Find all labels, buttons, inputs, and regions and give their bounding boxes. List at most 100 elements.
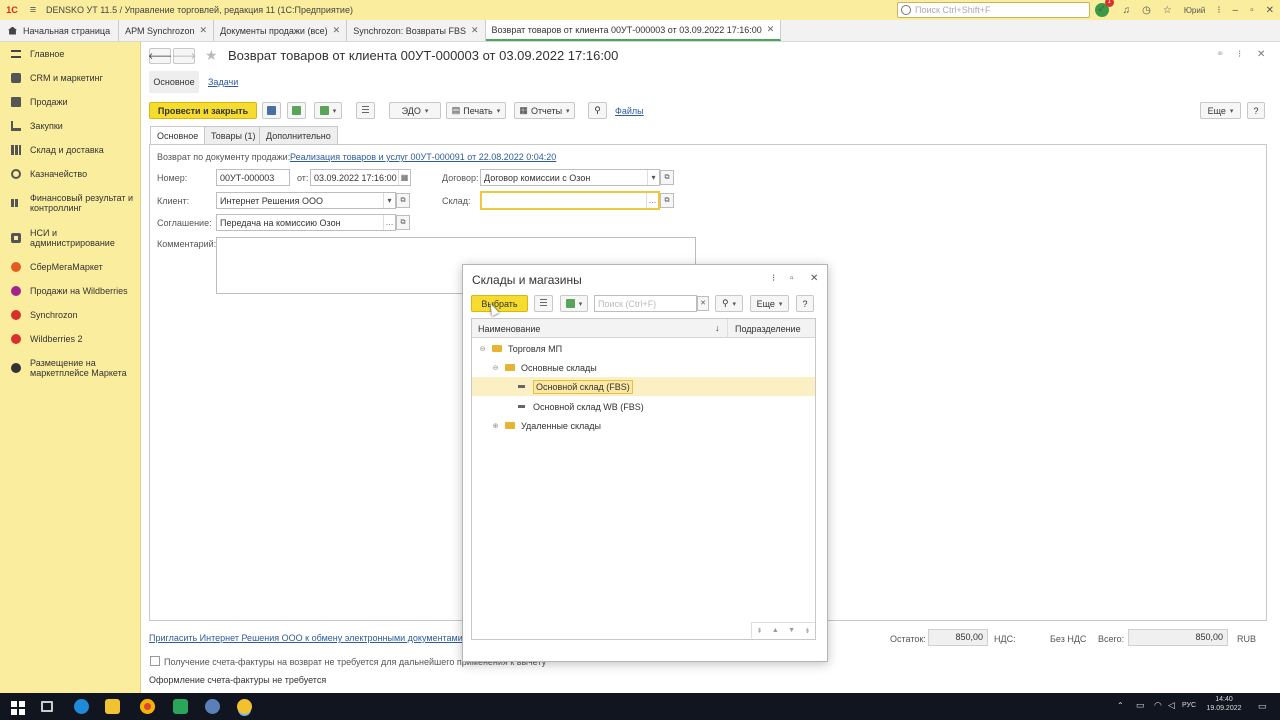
sidebar-item-main[interactable]: Главное [0, 49, 64, 59]
open-contract-button[interactable]: ⧉ [660, 170, 674, 185]
tree-row-main-wb-fbs[interactable]: Основной склад WB (FBS) [472, 397, 815, 416]
notifications-icon[interactable]: ✓ 1 [1094, 0, 1114, 17]
client-field[interactable]: Интернет Решения ООО ▾ [216, 192, 396, 209]
sidebar-item-wildberries[interactable]: Продажи на Wildberries [0, 286, 128, 296]
reports-button[interactable]: ▦ Отчеты [514, 102, 575, 119]
tab-main[interactable]: Основное [150, 126, 206, 144]
calendar-icon[interactable]: ▦ [398, 170, 410, 185]
invoice-checkbox[interactable] [150, 656, 160, 666]
tab-return-document[interactable]: Возврат товаров от клиента 00УТ-000003 о… [485, 20, 782, 41]
edo-button[interactable]: ЭДО [389, 102, 441, 119]
collapse-icon[interactable]: ⊖ [492, 364, 499, 372]
history-icon[interactable]: ◷ [1142, 5, 1151, 16]
user-name[interactable]: Юрий [1184, 6, 1205, 15]
nav-main[interactable]: Основное [149, 71, 199, 93]
sidebar-item-crm[interactable]: CRM и маркетинг [0, 73, 103, 83]
collapse-icon[interactable]: ⊖ [479, 345, 486, 353]
clear-search-button[interactable]: ✕ [697, 296, 709, 311]
volume-icon[interactable]: ◁ [1168, 700, 1175, 711]
restore-icon[interactable]: ▫ [1250, 5, 1254, 16]
more-icon[interactable]: ⁝ [1238, 49, 1241, 60]
agreement-field[interactable]: Передача на комиссию Озон… [216, 214, 396, 231]
close-icon[interactable]: ✕ [471, 25, 479, 36]
tree-row-remote-warehouses[interactable]: ⊕ Удаленные склады [472, 416, 815, 435]
select-button[interactable]: Выбрать [471, 295, 528, 312]
date-field[interactable]: 03.09.2022 17:16:00 ▦ [310, 169, 411, 186]
scroll-top-icon[interactable]: ⇞ [757, 627, 763, 635]
favorite-star-icon[interactable]: ★ [205, 47, 218, 64]
sidebar-item-synchrozon[interactable]: Synchrozon [0, 310, 78, 320]
bell-icon[interactable]: ♫ [1123, 5, 1131, 16]
tab-additional[interactable]: Дополнительно [259, 126, 338, 144]
dialog-more-button[interactable]: Еще [750, 295, 789, 312]
settings-icon[interactable] [205, 699, 220, 714]
files-link[interactable]: Файлы [615, 106, 644, 116]
sidebar-item-finance[interactable]: Финансовый результат и контроллинг [0, 193, 135, 213]
open-client-button[interactable]: ⧉ [396, 193, 410, 208]
post-and-close-button[interactable]: Провести и закрыть [149, 102, 257, 119]
sidebar-item-treasury[interactable]: Казначейство [0, 169, 87, 179]
attach-button[interactable]: ⚲ [588, 102, 607, 119]
chrome-icon[interactable] [140, 699, 155, 714]
1c-app-icon[interactable] [237, 699, 252, 714]
post-button[interactable] [287, 102, 306, 119]
maximize-icon[interactable]: ▫ [790, 273, 794, 284]
create-based-on-button[interactable] [314, 102, 342, 119]
tab-arm-synchrozon[interactable]: АРМ Synchrozon ✕ [119, 20, 215, 41]
clock[interactable]: 14:40 19.09.2022 [1205, 696, 1243, 712]
more-icon[interactable]: ⁝ [772, 273, 775, 284]
notification-center-icon[interactable]: ▭ [1258, 701, 1267, 712]
close-icon[interactable]: ✕ [1266, 5, 1274, 16]
chevron-up-icon[interactable]: ⌃ [1117, 701, 1124, 710]
minimize-icon[interactable]: – [1233, 5, 1239, 16]
column-header-department[interactable]: Подразделение [735, 324, 801, 334]
warehouses-tree[interactable]: Наименование ↓ Подразделение ⊖ Торговля … [471, 318, 816, 640]
global-search-input[interactable]: Поиск Ctrl+Shift+F [897, 2, 1090, 18]
edge-icon[interactable] [74, 699, 89, 714]
open-agreement-button[interactable]: ⧉ [396, 215, 410, 230]
dialog-help-button[interactable]: ? [796, 295, 814, 312]
start-icon[interactable] [11, 701, 17, 707]
sidebar-item-sales[interactable]: Продажи [0, 97, 68, 107]
list-view-button[interactable] [534, 295, 553, 312]
base-document-link[interactable]: Реализация товаров и услуг 00УТ-000091 о… [290, 152, 556, 162]
back-button[interactable]: 🡐 [148, 48, 172, 64]
open-warehouse-button[interactable]: ⧉ [660, 193, 674, 208]
tree-row-main-warehouses[interactable]: ⊖ Основные склады [472, 358, 815, 377]
tree-row-main-fbs[interactable]: Основной склад (FBS) [472, 377, 815, 396]
print-button[interactable]: ▤ Печать [446, 102, 506, 119]
close-icon[interactable]: ✕ [333, 25, 341, 36]
tab-sales-documents[interactable]: Документы продажи (все) ✕ [214, 20, 348, 41]
task-view-icon[interactable] [41, 701, 53, 712]
help-button[interactable]: ? [1247, 102, 1265, 119]
favorites-icon[interactable]: ☆ [1163, 5, 1172, 16]
invite-edo-link[interactable]: Пригласить Интернет Решения ООО к обмену… [149, 633, 478, 643]
wifi-icon[interactable]: ◠ [1154, 700, 1162, 711]
link-icon[interactable]: ⚭ [1216, 49, 1224, 60]
chevron-down-icon[interactable]: ▾ [647, 170, 659, 185]
close-icon[interactable]: ✕ [767, 24, 775, 35]
scroll-bottom-icon[interactable]: ⇟ [804, 627, 810, 635]
close-icon[interactable]: ✕ [200, 25, 208, 36]
nav-tasks[interactable]: Задачи [208, 77, 238, 87]
tab-home[interactable]: Начальная страница [0, 20, 120, 41]
language-indicator[interactable]: РУС [1182, 702, 1196, 709]
sidebar-item-market[interactable]: Размещение на маркетплейсе Маркета [0, 358, 130, 378]
sidebar-item-admin[interactable]: НСИ и администрирование [0, 228, 130, 248]
contract-field[interactable]: Договор комиссии с Озон ▾ [480, 169, 660, 186]
close-icon[interactable]: ✕ [810, 273, 818, 284]
search-options-button[interactable]: ⚲ [715, 295, 743, 312]
choose-icon[interactable]: … [646, 193, 658, 208]
close-icon[interactable]: ✕ [1257, 49, 1265, 60]
scroll-down-icon[interactable]: ▼ [788, 627, 795, 634]
tree-row-trade-mp[interactable]: ⊖ Торговля МП [472, 339, 815, 358]
create-button[interactable] [560, 295, 588, 312]
structure-button[interactable] [356, 102, 375, 119]
sidebar-item-warehouse[interactable]: Склад и доставка [0, 145, 104, 155]
main-menu-icon[interactable]: ≡ [24, 4, 42, 16]
more-button[interactable]: Еще [1200, 102, 1241, 119]
tab-goods[interactable]: Товары (1) [204, 126, 263, 144]
chevron-down-icon[interactable]: ▾ [383, 193, 395, 208]
forward-button[interactable]: 🡒 [172, 48, 196, 64]
choose-icon[interactable]: … [383, 215, 395, 230]
